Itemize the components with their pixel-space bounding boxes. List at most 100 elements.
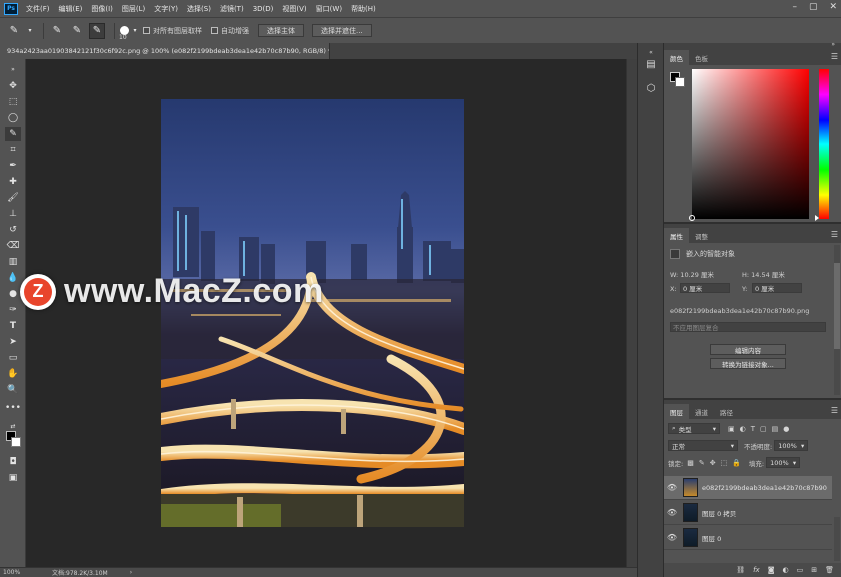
3d-panel-icon[interactable]: ⬡	[644, 81, 658, 95]
collapse-arrows-icon[interactable]: »	[831, 41, 835, 48]
zoom-tool-icon[interactable]: 🔍	[5, 383, 21, 397]
opacity-input[interactable]: 100% ▾	[774, 440, 809, 451]
add-to-selection-brush-icon[interactable]: ✎	[69, 23, 85, 39]
panel-menu-icon[interactable]: ☰	[831, 230, 838, 239]
eraser-tool-icon[interactable]: ⌫	[5, 239, 21, 253]
canvas-vertical-scrollbar[interactable]	[626, 59, 637, 567]
document-image[interactable]	[161, 99, 464, 527]
rectangle-tool-icon[interactable]: ▭	[5, 351, 21, 365]
healing-brush-tool-icon[interactable]: ✚	[5, 175, 21, 189]
hue-slider-marker[interactable]	[815, 215, 819, 221]
height-value[interactable]: H: 14.54 厘米	[742, 269, 785, 279]
delete-layer-icon[interactable]: 🗑	[825, 566, 834, 574]
select-subject-button[interactable]: 选择主体	[258, 24, 304, 37]
lock-artboard-icon[interactable]: ⬚	[721, 459, 728, 467]
new-layer-icon[interactable]: ⊞	[811, 566, 817, 574]
status-menu-arrow[interactable]: ›	[130, 569, 132, 576]
hue-slider[interactable]	[819, 69, 829, 219]
background-color-swatch[interactable]	[11, 437, 21, 447]
eyedropper-tool-icon[interactable]: ✒	[5, 159, 21, 173]
add-mask-icon[interactable]: ◙	[768, 566, 775, 574]
tab-layers[interactable]: 图层	[664, 404, 689, 419]
menu-help[interactable]: 帮助(H)	[351, 4, 376, 14]
layer-name[interactable]: 图层 0 拷贝	[702, 508, 736, 518]
fill-input[interactable]: 100% ▾	[766, 457, 801, 468]
lock-position-icon[interactable]: ✥	[710, 459, 716, 467]
layer-filter-kind[interactable]: ⌕ 类型 ▾	[668, 423, 720, 434]
layer-row[interactable]: 👁 图层 0	[664, 526, 832, 550]
canvas-area[interactable]	[26, 59, 626, 567]
lock-image-icon[interactable]: ✎	[699, 459, 705, 467]
menu-3d[interactable]: 3D(D)	[253, 5, 274, 13]
menu-file[interactable]: 文件(F)	[26, 4, 50, 14]
hand-tool-icon[interactable]: ✋	[5, 367, 21, 381]
link-layers-icon[interactable]: ⛓	[736, 566, 745, 574]
layer-row[interactable]: 👁 图层 0 拷贝	[664, 501, 832, 525]
type-filter-icon[interactable]: T	[751, 425, 755, 433]
smart-object-filter-icon[interactable]: ▤	[772, 425, 779, 433]
dodge-tool-icon[interactable]: ●	[5, 287, 21, 301]
layer-name[interactable]: e082f2199bdeab3dea1e42b70c87b90	[702, 484, 827, 492]
path-selection-tool-icon[interactable]: ➤	[5, 335, 21, 349]
history-brush-tool-icon[interactable]: ↺	[5, 223, 21, 237]
layer-comp-select[interactable]: 不应用图层复合	[670, 322, 826, 332]
document-tab[interactable]: 934a2423aa01903842121f30c6f92c.png @ 100…	[0, 43, 330, 59]
visibility-eye-icon[interactable]: 👁	[664, 533, 680, 542]
tab-paths[interactable]: 路径	[714, 404, 739, 419]
panel-menu-icon[interactable]: ☰	[831, 406, 838, 415]
properties-scrollbar-thumb[interactable]	[834, 263, 840, 349]
sample-all-layers-checkbox[interactable]	[143, 27, 150, 34]
color-picker-cursor[interactable]	[689, 215, 695, 221]
pixel-filter-icon[interactable]: ▣	[728, 425, 735, 433]
blend-mode-select[interactable]: 正常 ▾	[668, 440, 738, 451]
zoom-level[interactable]: 100%	[0, 569, 26, 576]
select-and-mask-button[interactable]: 选择并遮住...	[312, 24, 372, 37]
lock-all-icon[interactable]: 🔒	[732, 459, 741, 467]
adjustment-filter-icon[interactable]: ◐	[740, 425, 746, 433]
menu-filter[interactable]: 滤镜(T)	[220, 4, 244, 14]
filter-toggle-icon[interactable]: ●	[783, 425, 789, 433]
menu-edit[interactable]: 编辑(E)	[59, 4, 83, 14]
layer-row[interactable]: 👁 e082f2199bdeab3dea1e42b70c87b90	[664, 476, 832, 500]
subtract-from-selection-brush-icon[interactable]: ✎	[89, 22, 105, 39]
shape-filter-icon[interactable]: ▢	[760, 425, 767, 433]
visibility-eye-icon[interactable]: 👁	[664, 508, 680, 517]
layer-style-icon[interactable]: fx	[753, 566, 760, 574]
adjustment-layer-icon[interactable]: ◐	[783, 566, 789, 574]
background-color-swatch[interactable]	[675, 77, 685, 87]
lasso-tool-icon[interactable]: ◯	[5, 111, 21, 125]
width-value[interactable]: W: 10.29 厘米	[670, 269, 714, 279]
chevron-down-icon[interactable]: ▾	[26, 23, 34, 39]
edit-contents-button[interactable]: 编辑内容	[710, 344, 786, 355]
menu-window[interactable]: 窗口(W)	[316, 4, 342, 14]
quick-mask-icon[interactable]: ◘	[5, 455, 21, 469]
tab-properties[interactable]: 属性	[664, 228, 689, 243]
move-tool-icon[interactable]: ✥	[5, 79, 21, 93]
panel-menu-icon[interactable]: ☰	[831, 52, 838, 61]
brush-tool-icon[interactable]: 🖌	[5, 191, 21, 205]
visibility-eye-icon[interactable]: 👁	[664, 483, 680, 492]
lock-transparent-icon[interactable]: ▩	[687, 459, 694, 467]
screen-mode-icon[interactable]: ▣	[5, 471, 21, 485]
menu-type[interactable]: 文字(Y)	[154, 4, 178, 14]
new-selection-brush-icon[interactable]: ✎	[49, 23, 65, 39]
tab-color[interactable]: 颜色	[664, 50, 689, 65]
menu-view[interactable]: 视图(V)	[282, 4, 306, 14]
minimize-icon[interactable]: –	[792, 2, 797, 12]
collapse-arrows-icon[interactable]: »	[5, 62, 21, 76]
more-tools-icon[interactable]: •••	[5, 401, 21, 415]
menu-select[interactable]: 选择(S)	[187, 4, 211, 14]
tab-adjustments[interactable]: 调整	[689, 228, 714, 243]
chevron-down-icon[interactable]: ▾	[131, 23, 139, 39]
quick-selection-preset-icon[interactable]: ✎	[6, 23, 22, 39]
color-picker-field[interactable]	[692, 69, 809, 219]
type-tool-icon[interactable]: T	[5, 319, 21, 333]
clone-stamp-tool-icon[interactable]: ⊥	[5, 207, 21, 221]
marquee-tool-icon[interactable]: ⬚	[5, 95, 21, 109]
menu-layer[interactable]: 图层(L)	[122, 4, 145, 14]
pen-tool-icon[interactable]: ✑	[5, 303, 21, 317]
tab-swatches[interactable]: 色板	[689, 50, 714, 65]
history-panel-icon[interactable]: ▤	[644, 57, 658, 71]
y-input[interactable]: 0 厘米	[752, 283, 802, 293]
tab-channels[interactable]: 通道	[689, 404, 714, 419]
